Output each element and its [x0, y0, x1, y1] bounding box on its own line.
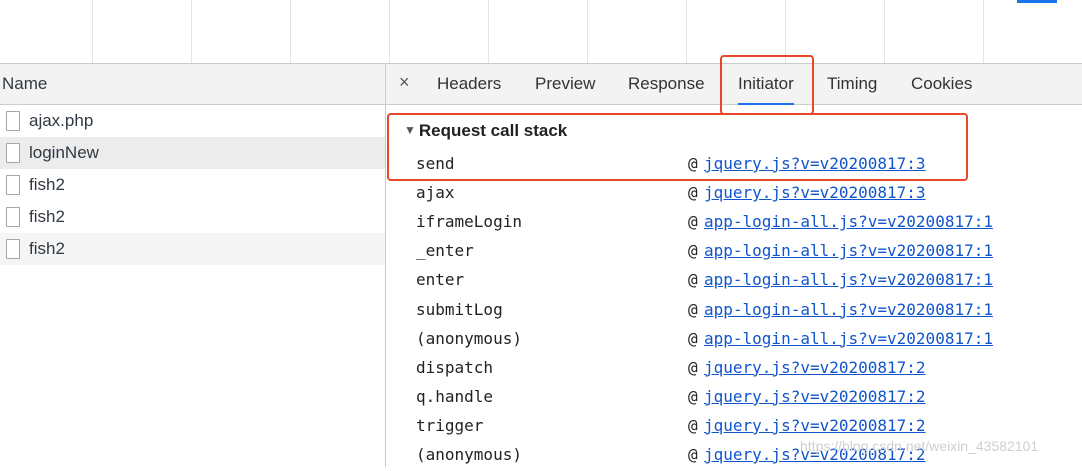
frame-function-name: enter [416, 270, 465, 290]
frame-function-name: _enter [416, 241, 474, 261]
frame-source-link[interactable]: jquery.js?v=v20200817:2 [704, 416, 926, 435]
annotation-box-initiator-tab [720, 55, 814, 115]
timeline-gridline [191, 0, 192, 63]
document-icon [6, 175, 20, 195]
tab-cookies[interactable]: Cookies [911, 64, 972, 104]
frame-function-name: submitLog [416, 299, 503, 319]
at-symbol: @ [688, 270, 698, 290]
frame-source-link[interactable]: jquery.js?v=v20200817:2 [704, 387, 926, 406]
frame-source-link[interactable]: app-login-all.js?v=v20200817:1 [704, 329, 993, 348]
stack-frame-row: (anonymous) @ app-login-all.js?v=v20200817… [416, 329, 1076, 355]
request-name: ajax.php [29, 111, 94, 130]
watermark: https://blog.csdn.net/weixin_43582101 [800, 438, 1039, 454]
at-symbol: @ [688, 445, 698, 464]
frame-source-link[interactable]: app-login-all.js?v=v20200817:1 [704, 241, 993, 260]
timeline-gridline [785, 0, 786, 63]
request-name: fish2 [29, 175, 65, 194]
close-icon[interactable]: × [399, 72, 410, 93]
request-row[interactable]: ajax.php [0, 105, 385, 137]
stack-frame-row: submitLog @ app-login-all.js?v=v20200817:1 [416, 300, 1076, 326]
request-row[interactable]: fish2 [0, 201, 385, 233]
tab-response[interactable]: Response [628, 64, 705, 104]
document-icon [6, 207, 20, 227]
request-row[interactable]: fish2 [0, 169, 385, 201]
frame-function-name: ajax [416, 183, 455, 203]
frame-source-link[interactable]: jquery.js?v=v20200817:3 [704, 183, 926, 202]
at-symbol: @ [688, 415, 698, 435]
at-symbol: @ [688, 241, 698, 261]
frame-source-link[interactable]: app-login-all.js?v=v20200817:1 [704, 212, 993, 231]
timeline-gridline [686, 0, 687, 63]
document-icon [6, 239, 20, 259]
frame-function-name: (anonymous) [416, 328, 522, 348]
stack-frame-row: enter @ app-login-all.js?v=v20200817:1 [416, 270, 1076, 296]
document-icon [6, 143, 20, 163]
request-row-selected[interactable]: loginNew [0, 137, 385, 169]
stack-frame-row: ajax @ jquery.js?v=v20200817:3 [416, 183, 1076, 209]
at-symbol: @ [688, 386, 698, 406]
request-name: fish2 [29, 239, 65, 258]
at-symbol: @ [688, 299, 698, 319]
stack-frame-row: _enter @ app-login-all.js?v=v20200817:1 [416, 241, 1076, 267]
tab-preview[interactable]: Preview [535, 64, 595, 104]
stack-frame-row: dispatch @ jquery.js?v=v20200817:2 [416, 358, 1076, 384]
request-name: fish2 [29, 207, 65, 226]
tab-timing[interactable]: Timing [827, 64, 877, 104]
at-symbol: @ [688, 328, 698, 348]
request-name: loginNew [29, 143, 99, 162]
at-symbol: @ [688, 183, 698, 203]
frame-function-name: q.handle [416, 386, 494, 406]
timeline-gridline [290, 0, 291, 63]
request-list: Name ajax.php loginNew fish2 fish2 fish2 [0, 64, 385, 467]
name-column-header[interactable]: Name [0, 64, 385, 105]
annotation-box-call-stack [387, 113, 968, 181]
document-icon [6, 111, 20, 131]
frame-function-name: trigger [416, 415, 484, 435]
stack-frame-row: q.handle @ jquery.js?v=v20200817:2 [416, 387, 1076, 413]
timeline-gridline [884, 0, 885, 63]
timeline-request-bar [1017, 0, 1057, 3]
request-row[interactable]: fish2 [0, 233, 385, 265]
frame-source-link[interactable]: jquery.js?v=v20200817:2 [704, 358, 926, 377]
timeline-overview[interactable] [0, 0, 1082, 64]
timeline-gridline [389, 0, 390, 63]
frame-function-name: iframeLogin [416, 212, 522, 232]
timeline-gridline [587, 0, 588, 63]
frame-source-link[interactable]: app-login-all.js?v=v20200817:1 [704, 270, 993, 289]
stack-frame-row: iframeLogin @ app-login-all.js?v=v20200817… [416, 212, 1076, 238]
timeline-gridline [983, 0, 984, 63]
tab-headers[interactable]: Headers [437, 64, 501, 104]
timeline-gridline [92, 0, 93, 63]
frame-function-name: dispatch [416, 357, 494, 377]
at-symbol: @ [688, 212, 698, 232]
frame-function-name: (anonymous) [416, 445, 522, 464]
timeline-gridline [488, 0, 489, 63]
frame-source-link[interactable]: app-login-all.js?v=v20200817:1 [704, 300, 993, 319]
at-symbol: @ [688, 357, 698, 377]
